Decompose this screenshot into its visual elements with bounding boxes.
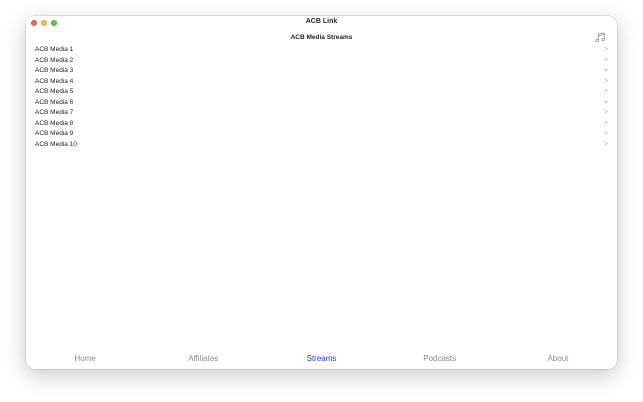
stream-label: ACB Media 3	[35, 67, 74, 74]
tab-podcasts[interactable]: Podcasts	[381, 352, 499, 366]
stream-label: ACB Media 6	[35, 98, 74, 106]
stream-label: ACB Media 7	[35, 109, 74, 116]
stream-list-item[interactable]: ACB Media 4 >	[26, 77, 617, 88]
stream-list: ACB Media 1 > ACB Media 2 > ACB Media 3 > ACB …	[26, 45, 617, 150]
page-header: ACB Media Streams	[26, 30, 617, 45]
stream-label: ACB Media 1	[35, 46, 74, 53]
stream-label: ACB Media 2	[35, 56, 74, 64]
stream-list-item[interactable]: ACB Media 2 >	[26, 56, 617, 67]
chevron-right-icon: >	[603, 109, 608, 116]
chevron-right-icon: >	[603, 98, 608, 106]
tab-home[interactable]: Home	[26, 352, 144, 366]
tab-bar: Home Affiliates Streams Podcasts About	[26, 352, 617, 366]
tab-about[interactable]: About	[499, 352, 617, 366]
chevron-right-icon: >	[603, 67, 608, 74]
stream-list-item[interactable]: ACB Media 8 >	[26, 119, 617, 130]
music-note-icon[interactable]	[594, 31, 607, 44]
stream-list-item[interactable]: ACB Media 9 >	[26, 129, 617, 140]
chevron-right-icon: >	[603, 130, 608, 137]
stream-label: ACB Media 10	[35, 140, 77, 148]
tab-streams[interactable]: Streams	[262, 352, 380, 366]
stream-list-item[interactable]: ACB Media 5 >	[26, 87, 617, 98]
chevron-right-icon: >	[603, 119, 608, 127]
chevron-right-icon: >	[603, 88, 608, 95]
stream-label: ACB Media 9	[35, 130, 74, 137]
stream-list-item[interactable]: ACB Media 3 >	[26, 66, 617, 77]
window-title: ACB Link	[305, 18, 338, 25]
chevron-right-icon: >	[603, 77, 608, 85]
stream-label: ACB Media 4	[35, 77, 74, 85]
stream-list-item[interactable]: ACB Media 1 >	[26, 45, 617, 56]
page-title: ACB Media Streams	[290, 34, 353, 41]
app-window: ACB Link ACB Media Streams ACB Media 1 > A…	[26, 16, 617, 369]
chevron-right-icon: >	[603, 56, 608, 64]
chevron-right-icon: >	[603, 46, 608, 53]
stream-label: ACB Media 8	[35, 119, 74, 127]
title-bar: ACB Link	[26, 16, 617, 30]
chevron-right-icon: >	[603, 140, 608, 148]
stream-list-item[interactable]: ACB Media 6 >	[26, 98, 617, 109]
stream-list-item[interactable]: ACB Media 10 >	[26, 140, 617, 151]
tab-affiliates[interactable]: Affiliates	[144, 352, 262, 366]
stream-list-item[interactable]: ACB Media 7 >	[26, 108, 617, 119]
stream-label: ACB Media 5	[35, 88, 74, 95]
